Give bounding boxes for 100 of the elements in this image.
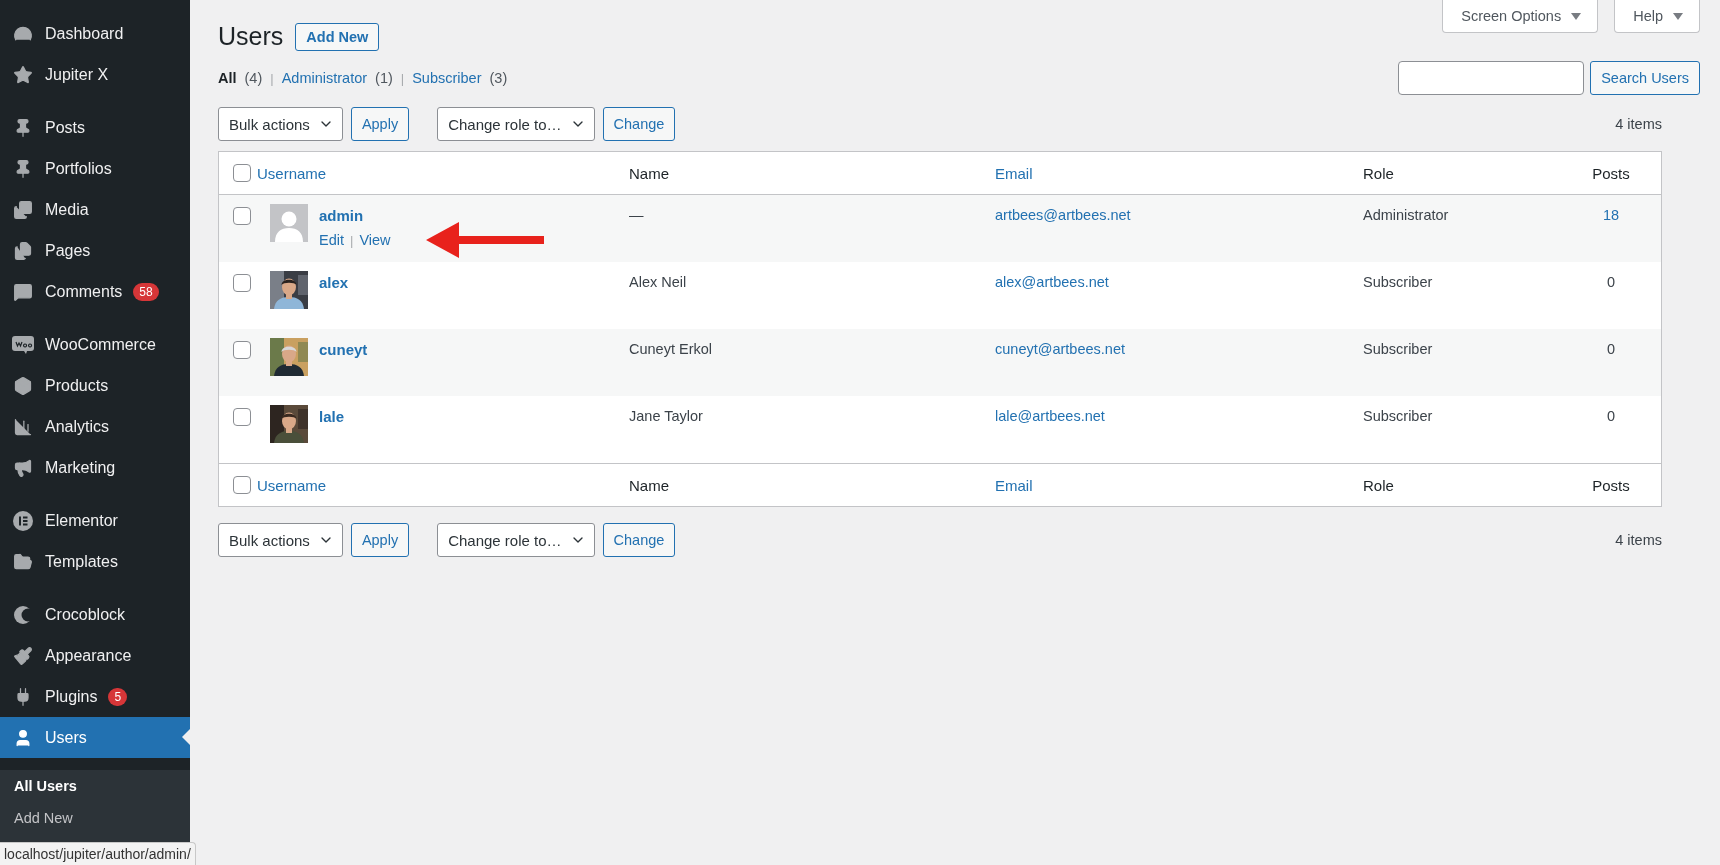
elementor-logo-icon — [12, 509, 34, 532]
filter-count: (4) — [244, 70, 263, 86]
row-checkbox[interactable] — [233, 408, 251, 426]
table-cell: 0 — [1606, 341, 1616, 357]
submenu-item[interactable]: Add New — [14, 810, 73, 826]
sidebar-item-label: Media — [45, 200, 89, 219]
screen-tab-button[interactable]: Screen Options — [1442, 0, 1599, 33]
screen-tab-button[interactable]: Help — [1614, 0, 1700, 33]
sidebar-item-label: Pages — [45, 241, 91, 260]
table-cell: Jane Taylor — [629, 408, 703, 424]
caret-icon — [1571, 12, 1582, 20]
sortable-column-header[interactable]: Email — [995, 476, 1033, 494]
submenu-item[interactable]: All Users — [14, 778, 77, 794]
bulk-actions-dropdown[interactable]: Bulk actions — [218, 107, 343, 141]
count-badge: 58 — [133, 282, 159, 301]
sidebar-item[interactable]: WooCommerce — [0, 324, 190, 365]
table-cell: Subscriber — [1363, 408, 1433, 424]
change-role-dropdown[interactable]: Change role to… — [437, 523, 595, 557]
posts-count-link[interactable]: 18 — [1602, 207, 1620, 223]
sidebar-item-label: Posts — [45, 118, 85, 137]
sortable-column-header[interactable]: Email — [995, 164, 1033, 182]
sidebar-item[interactable]: Marketing — [0, 447, 190, 488]
table-cell: Subscriber — [1363, 341, 1433, 357]
sidebar-item[interactable]: Users — [0, 717, 190, 758]
row-action-link[interactable]: View — [359, 232, 391, 248]
sidebar-item[interactable]: Dashboard — [0, 13, 190, 54]
column-header: Posts — [1592, 476, 1630, 494]
item-count: 4 items — [1615, 116, 1662, 132]
apply-button[interactable]: Apply — [350, 523, 410, 557]
row-checkbox[interactable] — [233, 274, 251, 292]
email-link[interactable]: alex@artbees.net — [995, 274, 1109, 290]
email-link[interactable]: cuneyt@artbees.net — [995, 341, 1125, 357]
sidebar-item-label: Comments — [45, 282, 123, 301]
table-cell: Cuneyt Erkol — [629, 341, 712, 357]
sidebar-item-label: Crocoblock — [45, 605, 126, 624]
table-cell: Alex Neil — [629, 274, 687, 290]
item-count: 4 items — [1615, 532, 1662, 548]
apply-button[interactable]: Apply — [350, 107, 410, 141]
avatar-icon — [270, 204, 308, 242]
select-all-checkbox[interactable] — [233, 476, 251, 494]
filter-link[interactable]: Subscriber — [412, 70, 482, 86]
sidebar-item-label: Users — [45, 728, 87, 747]
column-header: Role — [1363, 164, 1394, 182]
select-all-checkbox[interactable] — [233, 164, 251, 182]
search-field[interactable] — [1398, 61, 1585, 95]
add-new-button[interactable]: Add New — [295, 22, 380, 51]
sidebar-item-label: WooCommerce — [45, 335, 156, 354]
sidebar-item-label: Appearance — [45, 646, 132, 665]
sidebar-item[interactable]: Elementor — [0, 500, 190, 541]
column-header: Role — [1363, 476, 1394, 494]
woo-logo-icon — [12, 333, 34, 356]
sidebar-item[interactable]: Products — [0, 365, 190, 406]
separator: | — [350, 232, 354, 248]
status-bar-url: localhost/jupiter/author/admin/ — [0, 842, 196, 865]
sidebar-item[interactable]: Analytics — [0, 406, 190, 447]
sidebar-item[interactable]: Plugins 5 — [0, 676, 190, 717]
sortable-column-header[interactable]: Username — [257, 476, 327, 494]
bulk-actions-dropdown[interactable]: Bulk actions — [218, 523, 343, 557]
sidebar-item-label: Marketing — [45, 458, 116, 477]
change-button[interactable]: Change — [602, 523, 676, 557]
change-button[interactable]: Change — [602, 107, 676, 141]
column-header: Posts — [1592, 164, 1630, 182]
sidebar-item[interactable]: Pages — [0, 230, 190, 271]
sidebar-item-label: Templates — [45, 552, 118, 571]
table-cell: 0 — [1606, 274, 1616, 290]
username-link[interactable]: admin — [319, 207, 391, 224]
row-checkbox[interactable] — [233, 207, 251, 225]
filter-link[interactable]: All — [218, 70, 237, 86]
sidebar-item-label: Elementor — [45, 511, 118, 530]
search-users-button[interactable]: Search Users — [1590, 61, 1700, 95]
username-link[interactable]: lale — [319, 408, 345, 425]
change-role-dropdown[interactable]: Change role to… — [437, 107, 595, 141]
separator: | — [400, 70, 405, 86]
email-link[interactable]: lale@artbees.net — [995, 408, 1105, 424]
sidebar-item[interactable]: Comments 58 — [0, 271, 190, 312]
box-icon — [12, 374, 34, 397]
sidebar-item[interactable]: Media — [0, 189, 190, 230]
sidebar-item-label: Analytics — [45, 417, 110, 436]
row-checkbox[interactable] — [233, 341, 251, 359]
sidebar-item[interactable]: Appearance — [0, 635, 190, 676]
caret-icon — [1673, 12, 1683, 20]
table-cell: Administrator — [1363, 207, 1449, 223]
sidebar-item[interactable]: Jupiter X — [0, 54, 190, 95]
sidebar-item-label: Products — [45, 376, 109, 395]
paintbrush-icon — [12, 644, 34, 667]
row-action-link[interactable]: Edit — [319, 232, 344, 248]
sidebar-item[interactable]: Posts — [0, 107, 190, 148]
email-link[interactable]: artbees@artbees.net — [995, 207, 1131, 223]
sidebar-item-label: Portfolios — [45, 159, 112, 178]
sidebar-item[interactable]: Crocoblock — [0, 594, 190, 635]
sortable-column-header[interactable]: Username — [257, 164, 327, 182]
count-badge: 5 — [108, 687, 128, 706]
username-link[interactable]: alex — [319, 274, 349, 291]
sidebar-item[interactable]: Templates — [0, 541, 190, 582]
sidebar-item[interactable]: Portfolios — [0, 148, 190, 189]
column-header: Name — [629, 476, 669, 494]
sidebar-item-label: Jupiter X — [45, 65, 109, 84]
username-link[interactable]: cuneyt — [319, 341, 368, 358]
filter-count: (3) — [489, 70, 508, 86]
filter-link[interactable]: Administrator — [281, 70, 368, 86]
